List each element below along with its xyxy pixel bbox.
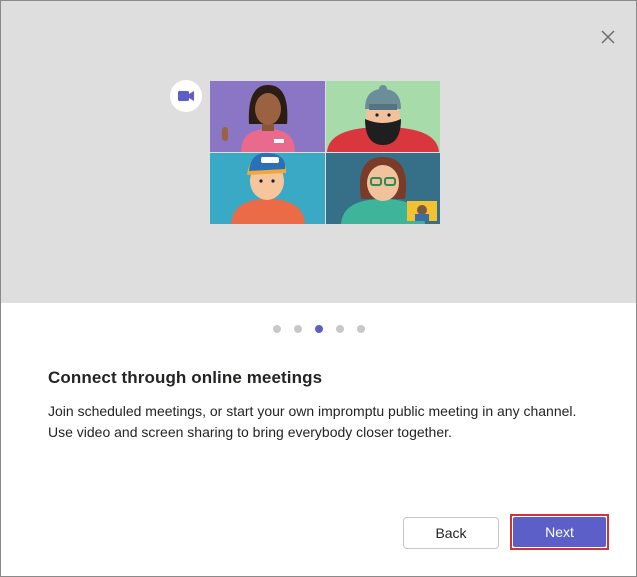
page-dot-4[interactable] — [335, 325, 344, 333]
close-button[interactable] — [597, 26, 619, 48]
participant-tile-3 — [210, 152, 325, 224]
next-button[interactable]: Next — [513, 517, 606, 547]
carousel-pagination — [1, 325, 636, 333]
page-dot-2[interactable] — [293, 325, 302, 333]
participant-tile-1 — [210, 81, 325, 152]
page-dot-5[interactable] — [356, 325, 365, 333]
page-dot-3[interactable] — [314, 325, 323, 333]
participant-tile-2 — [326, 81, 440, 152]
close-icon — [601, 30, 615, 44]
video-meeting-illustration — [169, 79, 444, 232]
dialog-title: Connect through online meetings — [48, 368, 323, 387]
participant-tile-4 — [326, 153, 440, 224]
dialog-description: Join scheduled meetings, or start your o… — [48, 403, 577, 440]
back-button[interactable]: Back — [403, 517, 499, 549]
onboarding-dialog: Connect through online meetings Join sch… — [0, 0, 637, 577]
page-dot-1[interactable] — [272, 325, 281, 333]
video-camera-icon — [170, 80, 202, 112]
hero-banner — [1, 1, 636, 303]
next-button-highlight: Next — [510, 514, 609, 550]
